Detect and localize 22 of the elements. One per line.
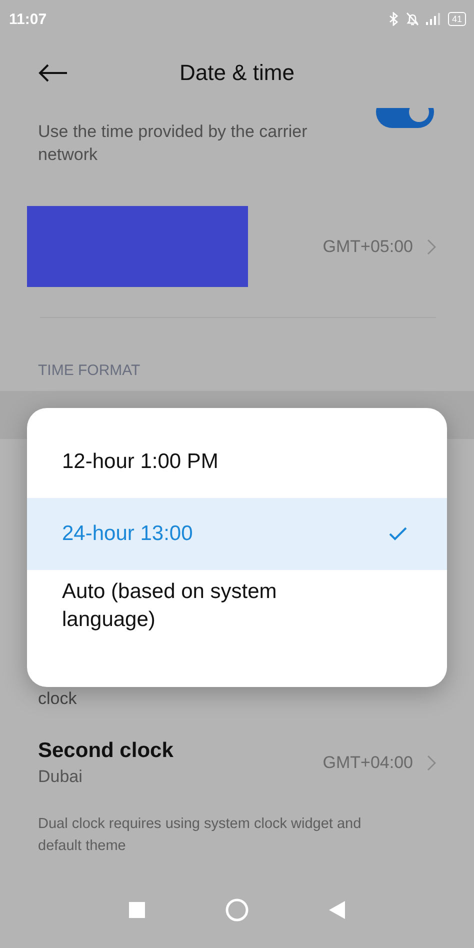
chevron-icon [427,755,436,771]
status-time: 11:07 [9,10,47,28]
home-icon[interactable] [225,898,249,922]
battery-icon: 41 [448,12,466,26]
chevron-icon [427,238,436,254]
format-option[interactable]: Auto (based on system language) [27,570,447,642]
muted-bell-icon [404,12,420,26]
footnote-text: Dual clock requires using system clock widget and default theme [37,815,362,856]
signal-icon [426,13,442,25]
setting-subtitle: Dubai [38,767,84,787]
checkmark-icon [389,527,407,541]
time-zone-value: GMT+04:00 [322,753,413,773]
format-option[interactable]: 12-hour 1:00 PM [27,426,447,498]
setting-description: Use the time provided by the carrier network [38,121,308,166]
page-title: Date & time [180,60,294,86]
setting-title: clock [37,689,78,709]
back-icon[interactable] [329,901,345,919]
section-label: TIME FORMAT [37,361,142,381]
setting-title: Second clock [38,739,174,763]
bluetooth-icon [388,12,399,26]
back-arrow-icon[interactable] [38,64,68,82]
time-zone-value: GMT+05:00 [322,236,413,256]
